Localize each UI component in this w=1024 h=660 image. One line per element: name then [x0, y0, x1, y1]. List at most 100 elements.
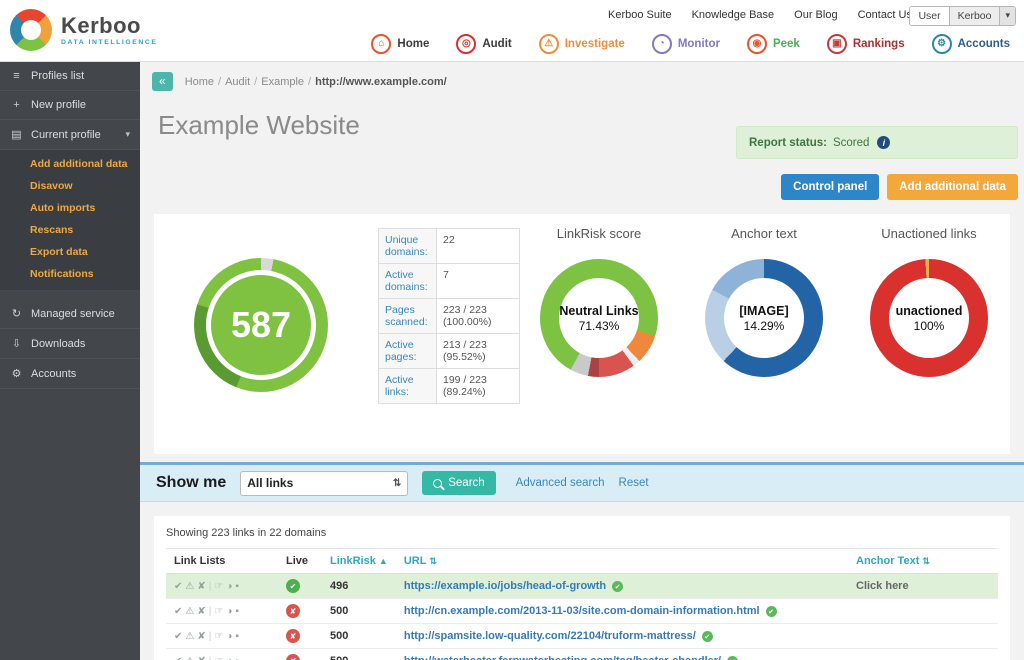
chevron-down-icon[interactable]: ▾	[999, 7, 1015, 25]
row-actions: ✔⚠✘|☞◑▪	[166, 624, 278, 649]
sidebar-subitem-notifications[interactable]: Notifications	[0, 263, 140, 285]
approve-icon[interactable]: ✔	[174, 656, 182, 660]
kerboo-logo[interactable]: Kerboo DATA INTELLIGENCE	[10, 9, 158, 51]
block-icon[interactable]: ▪	[235, 581, 239, 592]
table-row[interactable]: ✔⚠✘|☞◑▪ ✔ 496 https://example.io/jobs/he…	[166, 574, 998, 599]
check-circle-icon: ✔	[727, 656, 738, 660]
nav-audit[interactable]: ◎ Audit	[456, 34, 511, 54]
anchor-text-donut[interactable]: [IMAGE] 14.29%	[705, 259, 823, 377]
stat-label[interactable]: Active domains:	[379, 264, 437, 299]
warn-icon[interactable]: ⚠	[185, 656, 194, 660]
table-row[interactable]: ✔⚠✘|☞◑▪ ✘ 500 http://waterheater.fernwat…	[166, 649, 998, 660]
user-menu-account[interactable]: Kerboo	[949, 7, 1000, 25]
nav-investigate[interactable]: ⚠ Investigate	[539, 34, 625, 54]
approve-icon[interactable]: ✔	[174, 606, 182, 617]
contrast-icon[interactable]: ◑	[226, 581, 232, 592]
nav-home[interactable]: ⌂ Home	[371, 34, 429, 54]
contrast-icon[interactable]: ◑	[226, 606, 232, 617]
user-menu[interactable]: User Kerboo ▾	[909, 6, 1016, 26]
report-status-box: Report status: Scored i	[736, 126, 1018, 159]
breadcrumb-example[interactable]: Example	[261, 76, 304, 88]
advanced-search-link[interactable]: Advanced search	[516, 477, 605, 489]
warn-icon[interactable]: ⚠	[185, 581, 194, 592]
stat-value: 223 / 223 (100.00%)	[437, 299, 520, 334]
search-button[interactable]: Search	[422, 471, 495, 495]
brand-name: Kerboo	[61, 14, 158, 38]
divider: |	[209, 581, 212, 592]
sidebar-item-accounts[interactable]: ⚙ Accounts	[0, 359, 140, 389]
sidebar-subitem-add-additional-data[interactable]: Add additional data	[0, 153, 140, 175]
contrast-icon[interactable]: ◑	[226, 631, 232, 642]
link-our-blog[interactable]: Our Blog	[794, 9, 837, 21]
url-link[interactable]: http://cn.example.com/2013-11-03/site.co…	[404, 605, 760, 617]
donut-center: [IMAGE] 14.29%	[724, 278, 804, 358]
block-icon[interactable]: ▪	[235, 631, 239, 642]
link-kerboo-suite[interactable]: Kerboo Suite	[608, 9, 672, 21]
linkrisk-donut[interactable]: Neutral Links 71.43%	[540, 259, 658, 377]
sidebar-subitem-auto-imports[interactable]: Auto imports	[0, 197, 140, 219]
column-url-sort[interactable]: URL ⇅	[396, 549, 848, 574]
breadcrumb-home[interactable]: Home	[185, 76, 214, 88]
nav-peek[interactable]: ◉ Peek	[747, 34, 800, 54]
sidebar-item-managed-service[interactable]: ↻ Managed service	[0, 299, 140, 329]
block-icon[interactable]: ▪	[235, 656, 239, 660]
user-menu-user[interactable]: User	[910, 7, 948, 25]
column-linkrisk-sort[interactable]: LinkRisk ▲	[322, 549, 396, 574]
link-knowledge-base[interactable]: Knowledge Base	[692, 9, 775, 21]
divider: |	[209, 606, 212, 617]
nav-accounts[interactable]: ⚙ Accounts	[932, 34, 1010, 54]
donut-center-value: 100%	[914, 319, 945, 333]
show-me-label: Show me	[156, 474, 226, 492]
pointer-icon[interactable]: ☞	[214, 631, 223, 642]
pointer-icon[interactable]: ☞	[214, 656, 223, 660]
breadcrumb-audit[interactable]: Audit	[225, 76, 250, 88]
nav-monitor[interactable]: ◔ Monitor	[652, 34, 720, 54]
stat-label[interactable]: Active pages:	[379, 334, 437, 369]
warn-icon[interactable]: ⚠	[185, 606, 194, 617]
stat-label[interactable]: Pages scanned:	[379, 299, 437, 334]
row-actions: ✔⚠✘ |☞◑▪	[166, 599, 278, 624]
nav-rankings[interactable]: ▣ Rankings	[827, 34, 905, 54]
stat-label[interactable]: Unique domains:	[379, 229, 437, 264]
table-row: Unique domains: 22	[379, 229, 520, 264]
top-links: Kerboo Suite Knowledge Base Our Blog Con…	[608, 9, 912, 21]
table-row[interactable]: ✔⚠✘|☞◑▪ ✘ 500 http://spamsite.low-qualit…	[166, 624, 998, 649]
sidebar-subitem-export-data[interactable]: Export data	[0, 241, 140, 263]
contrast-icon[interactable]: ◑	[226, 656, 232, 660]
sidebar-item-label: Accounts	[31, 368, 76, 380]
anchor-text-value	[848, 649, 998, 660]
url-link[interactable]: http://spamsite.low-quality.com/22104/tr…	[404, 630, 696, 642]
sidebar-item-downloads[interactable]: ⇩ Downloads	[0, 329, 140, 359]
control-panel-button[interactable]: Control panel	[781, 174, 879, 200]
sidebar-item-current-profile[interactable]: ▤ Current profile ▾	[0, 120, 140, 150]
unactioned-donut[interactable]: unactioned 100%	[870, 259, 988, 377]
approve-icon[interactable]: ✔	[174, 631, 182, 642]
remove-icon[interactable]: ✘	[197, 606, 205, 617]
sidebar-subitem-rescans[interactable]: Rescans	[0, 219, 140, 241]
collapse-sidebar-button[interactable]: «	[152, 72, 173, 91]
approve-icon[interactable]: ✔	[174, 581, 182, 592]
url-link[interactable]: https://example.io/jobs/head-of-growth	[404, 580, 606, 592]
stat-label[interactable]: Active links:	[379, 369, 437, 404]
block-icon[interactable]: ▪	[235, 606, 239, 617]
sidebar-item-new-profile[interactable]: + New profile	[0, 91, 140, 120]
info-icon[interactable]: i	[877, 136, 890, 149]
column-anchor-text-sort[interactable]: Anchor Text ⇅	[848, 549, 998, 574]
links-filter-select[interactable]: All links ⇅	[240, 471, 408, 496]
selected-filter-value: All links	[247, 476, 293, 490]
sidebar-subitem-disavow[interactable]: Disavow	[0, 175, 140, 197]
pointer-icon[interactable]: ☞	[214, 581, 223, 592]
donut-center-value: 14.29%	[744, 319, 785, 333]
pointer-icon[interactable]: ☞	[214, 606, 223, 617]
warn-icon[interactable]: ⚠	[185, 631, 194, 642]
remove-icon[interactable]: ✘	[197, 656, 205, 660]
remove-icon[interactable]: ✘	[197, 581, 205, 592]
link-contact-us[interactable]: Contact Us	[858, 9, 912, 21]
sidebar-item-profiles-list[interactable]: ≡ Profiles list	[0, 62, 140, 91]
table-row[interactable]: ✔⚠✘|☞◑▪ ✘ 500 http://cn.example.com/2013…	[166, 599, 998, 624]
add-additional-data-button[interactable]: Add additional data	[887, 174, 1018, 200]
url-link[interactable]: http://waterheater.fernwaterheating.com/…	[404, 655, 721, 660]
reset-link[interactable]: Reset	[619, 477, 649, 489]
remove-icon[interactable]: ✘	[197, 631, 205, 642]
overall-score-gauge: 587	[194, 258, 328, 392]
